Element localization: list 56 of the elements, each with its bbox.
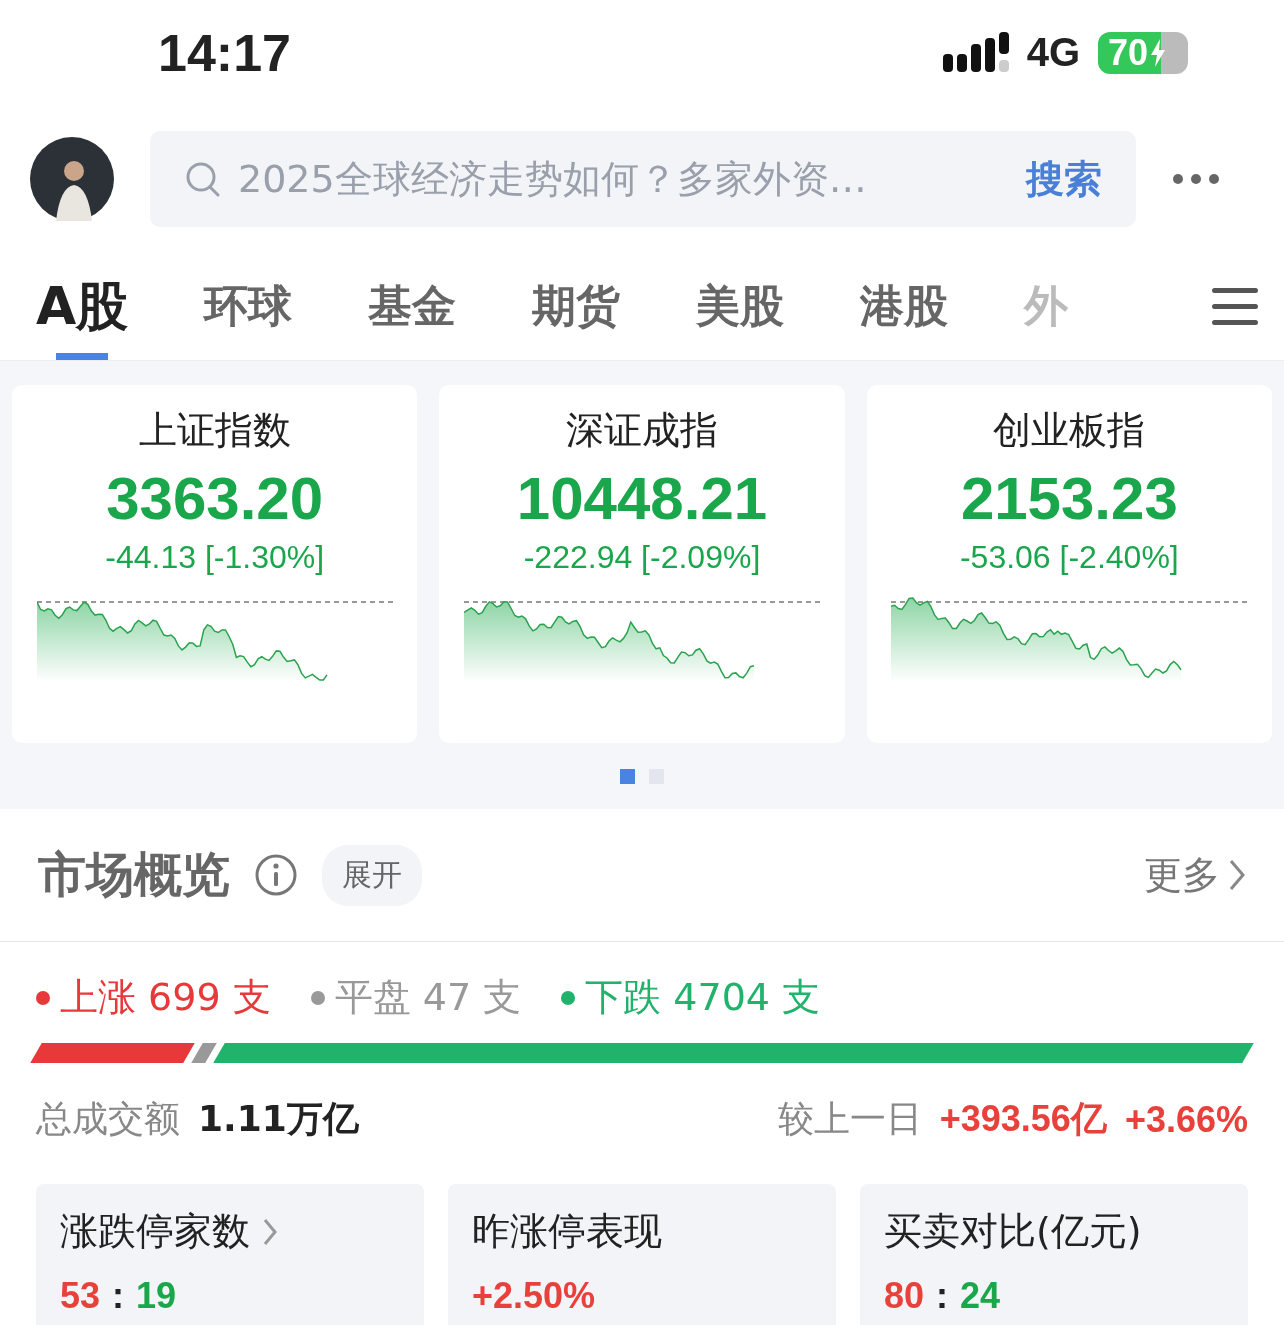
- breadth-label: 下跌 4704 支: [561, 972, 821, 1023]
- clock: 14:17: [158, 22, 292, 83]
- charging-icon: [1150, 38, 1167, 67]
- stat-value: 80: [884, 1275, 925, 1317]
- ratio-separator: :: [112, 1275, 125, 1317]
- market-tab[interactable]: 环球: [204, 253, 293, 360]
- compare-amount: +393.56亿: [939, 1097, 1107, 1141]
- index-change: -222.94 [-2.09%]: [523, 539, 761, 576]
- stat-title: 涨跌停家数: [60, 1208, 250, 1255]
- index-change: -44.13 [-1.30%]: [105, 539, 325, 576]
- index-card[interactable]: 上证指数 3363.20 -44.13 [-1.30%]: [12, 385, 418, 743]
- stat-title: 买卖对比(亿元): [884, 1208, 1142, 1255]
- battery-indicator: 70: [1098, 31, 1188, 74]
- stat-card[interactable]: 昨涨停表现 +2.50%: [448, 1184, 836, 1325]
- chevron-icon: [262, 1216, 278, 1247]
- market-tab[interactable]: 美股: [696, 253, 785, 360]
- index-name: 上证指数: [138, 407, 291, 454]
- search-button[interactable]: 搜索: [1026, 153, 1102, 205]
- menu-icon[interactable]: [1212, 287, 1258, 326]
- index-value: 2153.23: [960, 464, 1178, 533]
- breadth-label: 平盘 47 支: [310, 972, 522, 1023]
- compare-percent: +3.66%: [1124, 1098, 1248, 1141]
- network-label: 4G: [1026, 30, 1080, 75]
- index-name: 深证成指: [566, 407, 718, 454]
- stat-value: 24: [960, 1275, 1001, 1317]
- index-change: -53.06 [-2.40%]: [959, 539, 1179, 576]
- signal-icon: [942, 31, 1009, 74]
- search-field[interactable]: 2025全球经济走势如何？多家外资… 搜索: [150, 131, 1136, 227]
- turnover-value: 1.11万亿: [198, 1097, 359, 1141]
- stat-value: 53: [60, 1275, 101, 1317]
- stat-card[interactable]: 买卖对比(亿元) 80 : 24: [860, 1184, 1248, 1325]
- section-title: 市场概览: [38, 845, 230, 904]
- market-tab[interactable]: 港股: [860, 253, 949, 360]
- stat-value: 19: [136, 1275, 177, 1317]
- index-name: 创业板指: [993, 407, 1146, 454]
- chevron-icon: [1228, 858, 1246, 892]
- index-value: 10448.21: [516, 464, 768, 533]
- more-icon[interactable]: [1172, 173, 1220, 185]
- index-value: 3363.20: [106, 464, 324, 533]
- expand-button[interactable]: 展开: [322, 844, 422, 906]
- market-tab[interactable]: 期货: [532, 253, 621, 360]
- avatar[interactable]: [30, 137, 114, 221]
- index-card[interactable]: 创业板指 2153.23 -53.06 [-2.40%]: [866, 385, 1272, 743]
- stat-value: +2.50%: [472, 1275, 596, 1317]
- breadth-label: 上涨 699 支: [36, 972, 271, 1023]
- ratio-separator: :: [936, 1275, 949, 1317]
- compare-label: 较上一日: [777, 1097, 922, 1141]
- market-tab[interactable]: A股: [36, 253, 129, 360]
- stat-card[interactable]: 涨跌停家数 53 : 19: [36, 1184, 424, 1325]
- more-link[interactable]: 更多: [1144, 849, 1246, 901]
- search-icon: [184, 160, 222, 198]
- market-tab[interactable]: 基金: [368, 253, 457, 360]
- stat-title: 昨涨停表现: [472, 1208, 662, 1255]
- info-icon[interactable]: [254, 853, 298, 897]
- turnover-label: 总成交额: [36, 1097, 180, 1141]
- index-card[interactable]: 深证成指 10448.21 -222.94 [-2.09%]: [439, 385, 845, 743]
